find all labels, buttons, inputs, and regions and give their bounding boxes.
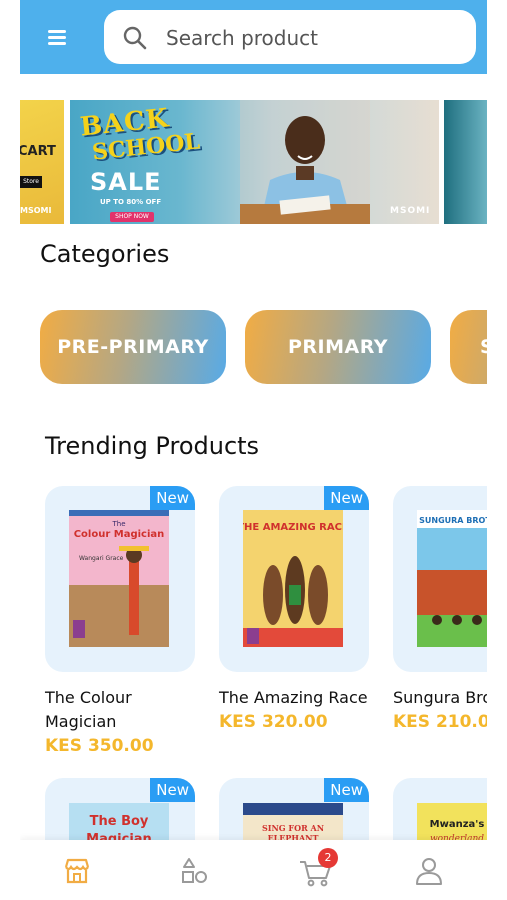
banner-brand: MSOMI: [20, 206, 52, 215]
new-badge: New: [324, 778, 369, 802]
nav-home[interactable]: [60, 854, 100, 894]
top-app-bar: [20, 0, 487, 74]
nav-profile[interactable]: [412, 854, 452, 894]
product-image[interactable]: SUNGURA BROTHERS: [393, 486, 487, 672]
profile-icon: [416, 858, 442, 885]
product-image[interactable]: The Colour Magician Wangari Grace New: [45, 486, 195, 672]
banner-slide-next[interactable]: [444, 100, 487, 224]
product-price: KES 210.00: [393, 712, 487, 732]
book-cover: SUNGURA BROTHERS: [417, 510, 487, 647]
product-image[interactable]: THE AMAZING RACE New: [219, 486, 369, 672]
category-secondary[interactable]: S: [450, 310, 487, 384]
menu-icon-bar: [48, 30, 66, 33]
trending-products-title: Trending Products: [45, 432, 260, 460]
categories-title: Categories: [40, 240, 170, 268]
banner-brand: MSOMI: [390, 206, 431, 216]
svg-text:Mwanza's: Mwanza's: [430, 819, 485, 830]
svg-text:Wangari Grace: Wangari Grace: [79, 555, 124, 562]
categories-list: PRE-PRIMARY PRIMARY S: [20, 310, 487, 386]
store-icon: [64, 858, 90, 884]
banner-store-badge: Store: [20, 176, 42, 188]
svg-text:THE AMAZING RACE: THE AMAZING RACE: [243, 522, 343, 533]
book-cover: The Colour Magician Wangari Grace: [69, 510, 169, 647]
product-price: KES 320.00: [219, 712, 328, 732]
product-name[interactable]: The Amazing Race: [219, 686, 379, 710]
new-badge: New: [324, 486, 369, 510]
student-illustration: [240, 100, 370, 224]
promo-offer: UP TO 80% OFF: [100, 198, 162, 206]
banner-slide-back-to-school[interactable]: BACK SCHOOL SALE UP TO 80% OFF SHOP NOW …: [70, 100, 439, 224]
svg-text:The: The: [111, 520, 125, 528]
search-icon: [123, 26, 147, 50]
categories-icon: [182, 858, 207, 883]
category-pre-primary[interactable]: PRE-PRIMARY: [40, 310, 226, 384]
nav-categories[interactable]: [178, 854, 218, 894]
search-bar[interactable]: [104, 10, 476, 64]
promo-sale: SALE: [90, 168, 162, 196]
category-primary[interactable]: PRIMARY: [245, 310, 431, 384]
nav-cart[interactable]: 2: [298, 848, 338, 894]
product-name[interactable]: Sungura Bro: [393, 686, 487, 710]
app-screen: CART Store MSOMI BACK SCHOOL SALE UP TO …: [20, 0, 487, 900]
bottom-navigation: 2: [20, 840, 487, 900]
promo-banner-carousel[interactable]: CART Store MSOMI BACK SCHOOL SALE UP TO …: [20, 100, 487, 224]
svg-text:The Boy: The Boy: [90, 814, 149, 829]
banner-slide-previous[interactable]: CART Store MSOMI: [20, 100, 64, 224]
book-cover: THE AMAZING RACE: [243, 510, 343, 647]
menu-icon-bar: [48, 42, 66, 45]
product-name[interactable]: The Colour Magician: [45, 686, 165, 734]
menu-icon-bar: [48, 36, 66, 39]
new-badge: New: [150, 486, 195, 510]
svg-text:SUNGURA BROTHERS: SUNGURA BROTHERS: [419, 516, 487, 525]
svg-text:SING FOR AN: SING FOR AN: [262, 823, 324, 833]
new-badge: New: [150, 778, 195, 802]
shop-now-button[interactable]: SHOP NOW: [110, 212, 154, 222]
svg-text:Colour Magician: Colour Magician: [74, 529, 165, 540]
cart-count-badge: 2: [318, 848, 338, 868]
menu-button[interactable]: [42, 24, 72, 50]
back-to-school-logo: BACK SCHOOL SALE UP TO 80% OFF SHOP NOW: [79, 103, 201, 222]
search-input[interactable]: [164, 22, 458, 54]
product-price: KES 350.00: [45, 736, 154, 756]
banner-text: CART: [20, 144, 56, 159]
